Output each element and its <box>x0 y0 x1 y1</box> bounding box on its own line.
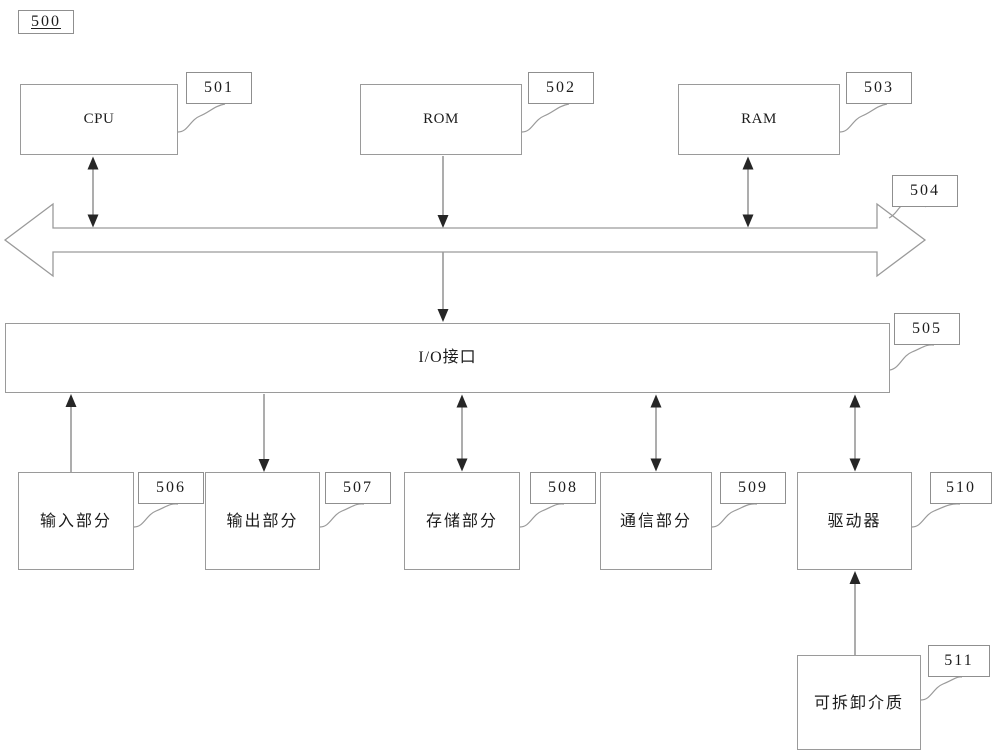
connector-driver-io <box>849 394 861 472</box>
reference-number-505: 505 <box>894 313 960 345</box>
arrowhead-up <box>65 394 77 407</box>
arrowhead-up <box>742 156 754 170</box>
reference-number-503: 503 <box>846 72 912 104</box>
arrowhead-down <box>437 309 449 322</box>
node-ram: RAM <box>678 84 840 155</box>
node-comm: 通信部分 <box>600 472 712 570</box>
node-label-storage: 存储部分 <box>425 511 498 531</box>
leader-510 <box>911 503 961 528</box>
arrowhead-down <box>258 459 270 472</box>
node-driver: 驱动器 <box>797 472 912 570</box>
figure-number-box: 500 <box>18 10 74 34</box>
system-bus-arrow <box>3 202 927 278</box>
reference-number-507: 507 <box>325 472 391 504</box>
node-rom: ROM <box>360 84 522 155</box>
connector-io-output <box>258 394 270 472</box>
node-storage: 存储部分 <box>404 472 520 570</box>
figure-canvas: 500 CPU 501 ROM 502 RAM 503 I/O接口 505 输入部分 506 输出部… <box>0 0 1000 750</box>
arrowhead-down <box>650 458 662 472</box>
arrowhead-up <box>456 394 468 408</box>
reference-number-508: 508 <box>530 472 596 504</box>
leader-507 <box>319 503 365 528</box>
leader-511 <box>920 676 963 701</box>
node-io: I/O接口 <box>5 323 890 393</box>
node-label-input: 输入部分 <box>39 511 112 531</box>
leader-509 <box>711 503 758 528</box>
node-cpu: CPU <box>20 84 178 155</box>
node-label-comm: 通信部分 <box>619 511 692 531</box>
node-label-media: 可拆卸介质 <box>813 692 904 712</box>
node-label-cpu: CPU <box>83 111 115 128</box>
connector-input-io <box>65 394 77 472</box>
arrowhead-down <box>437 215 449 228</box>
connector-ram-bus <box>742 156 754 228</box>
leader-503 <box>839 103 888 133</box>
arrowhead-down <box>456 458 468 472</box>
leader-502 <box>521 103 570 133</box>
connector-rom-bus <box>437 156 449 228</box>
arrowhead-up <box>87 156 99 170</box>
reference-number-509: 509 <box>720 472 786 504</box>
reference-number-510: 510 <box>930 472 992 504</box>
node-label-ram: RAM <box>741 111 777 128</box>
connector-bus-io <box>437 252 449 322</box>
leader-501 <box>177 103 226 133</box>
leader-508 <box>519 503 565 528</box>
node-label-io: I/O接口 <box>418 349 477 367</box>
node-input: 输入部分 <box>18 472 134 570</box>
figure-number-label: 500 <box>31 13 61 30</box>
connector-cpu-bus <box>87 156 99 228</box>
arrowhead-up <box>849 394 861 408</box>
node-media: 可拆卸介质 <box>797 655 921 750</box>
arrowhead-up <box>849 571 861 584</box>
leader-505 <box>889 344 935 371</box>
node-output: 输出部分 <box>205 472 320 570</box>
arrowhead-down <box>87 214 99 228</box>
leader-506 <box>133 503 179 528</box>
connector-comm-io <box>650 394 662 472</box>
connector-media-driver <box>849 571 861 655</box>
reference-number-502: 502 <box>528 72 594 104</box>
arrowhead-down <box>849 458 861 472</box>
reference-number-506: 506 <box>138 472 204 504</box>
arrowhead-up <box>650 394 662 408</box>
reference-number-504: 504 <box>892 175 958 207</box>
node-label-rom: ROM <box>423 111 459 128</box>
node-label-output: 输出部分 <box>226 511 299 531</box>
reference-number-511: 511 <box>928 645 990 677</box>
reference-number-501: 501 <box>186 72 252 104</box>
connector-storage-io <box>456 394 468 472</box>
arrowhead-down <box>742 214 754 228</box>
node-label-driver: 驱动器 <box>827 511 882 531</box>
